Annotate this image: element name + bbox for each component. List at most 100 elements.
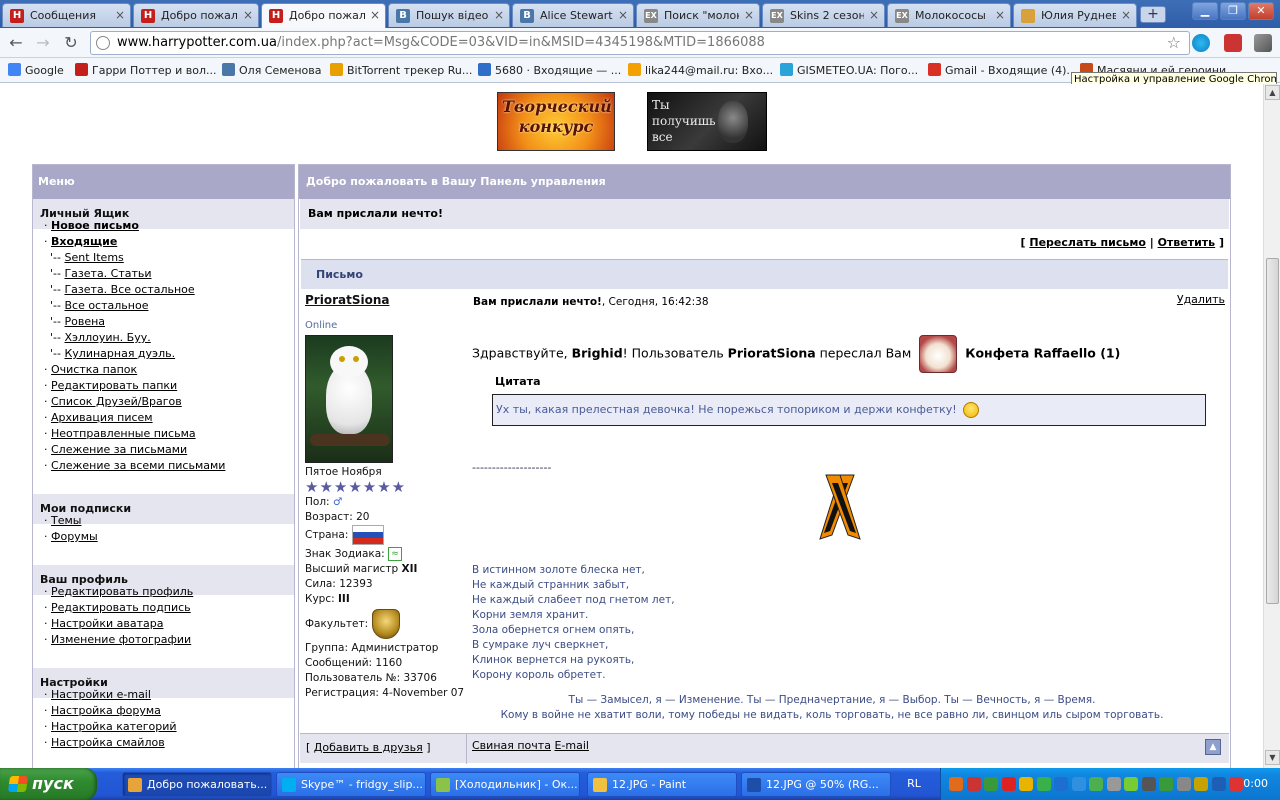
menu-item[interactable]: · Неотправленные письма: [44, 427, 196, 440]
menu-item[interactable]: · Настройка форума: [44, 704, 161, 717]
tray-icon[interactable]: [1106, 777, 1121, 791]
tab-close-icon[interactable]: ×: [1121, 8, 1131, 22]
menu-item[interactable]: · Список Друзей/Врагов: [44, 395, 182, 408]
scroll-down-arrow-icon[interactable]: ▼: [1265, 750, 1280, 765]
tray-icon[interactable]: [1071, 777, 1086, 791]
menu-item-link[interactable]: Новое письмо: [51, 219, 139, 232]
taskbar-task[interactable]: Добро пожаловать...: [122, 772, 272, 797]
bookmark-star-icon[interactable]: ☆: [1167, 32, 1181, 54]
tray-icon[interactable]: [1194, 777, 1208, 791]
menu-item[interactable]: '-- Sent Items: [50, 251, 124, 264]
taskbar-task[interactable]: Skype™ - fridgy_slip...: [276, 772, 426, 797]
menu-item-link[interactable]: Газета. Статьи: [64, 267, 151, 280]
browser-tab[interactable]: EX Skins 2 сезон ×: [762, 3, 885, 27]
menu-item-link[interactable]: Форумы: [51, 530, 98, 543]
tab-close-icon[interactable]: ×: [494, 8, 504, 22]
browser-tab[interactable]: B Пошук відеозап ×: [388, 3, 510, 27]
tray-icon[interactable]: [1141, 777, 1156, 791]
bookmark-item[interactable]: BitTorrent трекер Ru...: [330, 63, 472, 77]
browser-tab[interactable]: H Добро пожаловать ×: [133, 3, 259, 27]
browser-tab[interactable]: EX Поиск "молокос ×: [636, 3, 760, 27]
bookmark-item[interactable]: 5680 · Входящие — ...: [478, 63, 621, 77]
menu-item-link[interactable]: Все остальное: [64, 299, 148, 312]
author-nick[interactable]: PrioratSiona: [305, 293, 465, 308]
start-button[interactable]: пуск: [0, 768, 97, 800]
menu-item[interactable]: · Редактировать профиль: [44, 585, 193, 598]
skype-extension-icon[interactable]: [1192, 34, 1210, 52]
menu-item[interactable]: · Слежение за всеми письмами: [44, 459, 225, 472]
menu-item[interactable]: · Редактировать папки: [44, 379, 177, 392]
forward-message-link[interactable]: Переслать письмо: [1029, 236, 1146, 249]
tab-close-icon[interactable]: ×: [744, 8, 754, 22]
taskbar-task[interactable]: [Холодильник] - Ок...: [430, 772, 580, 797]
menu-item-link[interactable]: Настройка смайлов: [51, 736, 165, 749]
menu-item-link[interactable]: Редактировать профиль: [51, 585, 193, 598]
menu-item[interactable]: · Настройка смайлов: [44, 736, 165, 749]
menu-item-link[interactable]: Редактировать подпись: [51, 601, 191, 614]
menu-item[interactable]: '-- Кулинарная дуэль.: [50, 347, 175, 360]
tray-icon[interactable]: [1124, 777, 1138, 791]
tab-close-icon[interactable]: ×: [618, 8, 628, 22]
tray-icon[interactable]: [1176, 777, 1191, 791]
menu-item-link[interactable]: Настройки аватара: [51, 617, 163, 630]
menu-item-link[interactable]: Входящие: [51, 235, 117, 248]
menu-item-link[interactable]: Настройки e-mail: [51, 688, 151, 701]
menu-item[interactable]: '-- Газета. Все остальное: [50, 283, 195, 296]
tab-close-icon[interactable]: ×: [995, 8, 1005, 22]
tray-icon[interactable]: [1019, 777, 1033, 791]
menu-item-link[interactable]: Очистка папок: [51, 363, 137, 376]
tray-icon[interactable]: [984, 777, 998, 791]
menu-item-link[interactable]: Настройка форума: [51, 704, 161, 717]
tray-icon[interactable]: [1001, 777, 1016, 791]
back-button[interactable]: ←: [5, 33, 27, 53]
scroll-top-icon[interactable]: ▲: [1205, 739, 1221, 755]
menu-item[interactable]: · Очистка папок: [44, 363, 137, 376]
menu-item[interactable]: · Архивация писем: [44, 411, 153, 424]
maximize-button[interactable]: ❐: [1220, 2, 1246, 20]
menu-item-link[interactable]: Ровена: [64, 315, 105, 328]
wrench-icon[interactable]: [1254, 34, 1272, 52]
menu-item[interactable]: · Входящие: [44, 235, 117, 248]
browser-tab[interactable]: B Alice Stewart - о ×: [512, 3, 634, 27]
menu-item-link[interactable]: Хэллоуин. Буу.: [64, 331, 150, 344]
menu-item[interactable]: · Слежение за письмами: [44, 443, 187, 456]
menu-item[interactable]: '-- Ровена: [50, 315, 105, 328]
language-indicator[interactable]: RL: [900, 775, 928, 793]
tray-icon[interactable]: [1089, 777, 1103, 791]
contest-banner[interactable]: Творческий конкурс: [497, 92, 615, 151]
email-link[interactable]: E-mail: [554, 739, 589, 752]
menu-item-link[interactable]: Изменение фотографии: [51, 633, 191, 646]
tab-close-icon[interactable]: ×: [243, 8, 253, 22]
menu-item-link[interactable]: Кулинарная дуэль.: [64, 347, 175, 360]
taskbar-task[interactable]: 12.JPG - Paint: [587, 772, 737, 797]
menu-item-link[interactable]: Список Друзей/Врагов: [51, 395, 182, 408]
tray-icon[interactable]: [1036, 777, 1051, 791]
browser-tab[interactable]: H Сообщения ×: [2, 3, 131, 27]
menu-item-link[interactable]: Слежение за всеми письмами: [51, 459, 225, 472]
browser-tab[interactable]: EX Молокососы (2 ×: [887, 3, 1011, 27]
menu-item[interactable]: · Настройка категорий: [44, 720, 177, 733]
menu-item[interactable]: '-- Все остальное: [50, 299, 148, 312]
tray-icon[interactable]: [949, 777, 963, 791]
browser-tab[interactable]: H Добро пожаловать ×: [261, 3, 386, 28]
bookmark-item[interactable]: lika244@mail.ru: Вхо...: [628, 63, 773, 77]
private-mail-link[interactable]: Свиная почта: [472, 739, 551, 752]
bookmark-item[interactable]: Gmail - Входящие (4)...: [928, 63, 1077, 77]
tray-icon[interactable]: [1229, 777, 1243, 791]
tab-close-icon[interactable]: ×: [370, 8, 380, 22]
promo-banner[interactable]: Ты получишь все: [647, 92, 767, 151]
add-friend-link[interactable]: Добавить в друзья: [314, 741, 423, 754]
bookmark-item[interactable]: Google: [8, 63, 64, 77]
delete-link[interactable]: Удалить: [1177, 293, 1225, 306]
scroll-thumb[interactable]: [1266, 258, 1279, 604]
tray-icon[interactable]: [1159, 777, 1173, 791]
menu-item-link[interactable]: Настройка категорий: [51, 720, 177, 733]
tray-icon[interactable]: [966, 777, 981, 791]
menu-item-link[interactable]: Архивация писем: [51, 411, 153, 424]
menu-item[interactable]: · Настройки аватара: [44, 617, 163, 630]
menu-item[interactable]: · Настройки e-mail: [44, 688, 151, 701]
menu-item-link[interactable]: Sent Items: [64, 251, 123, 264]
tray-icon[interactable]: [1211, 777, 1226, 791]
taskbar-task[interactable]: 12.JPG @ 50% (RG...: [741, 772, 891, 797]
menu-item[interactable]: · Новое письмо: [44, 219, 139, 232]
